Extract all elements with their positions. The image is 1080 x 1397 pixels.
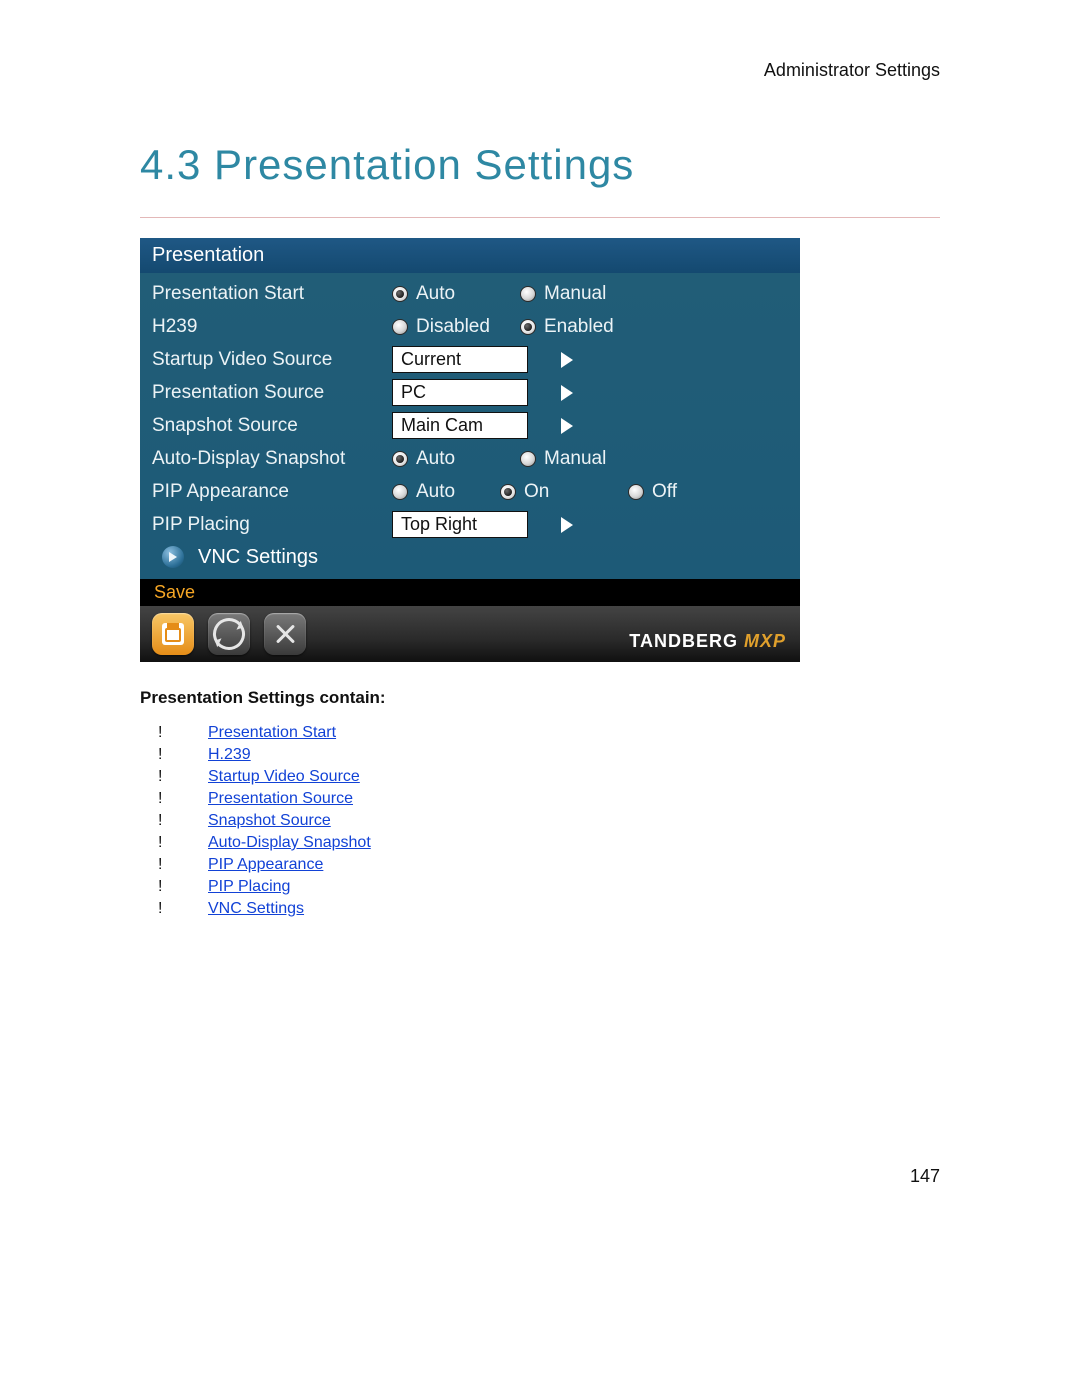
divider	[140, 217, 940, 218]
list-item: !Presentation Start	[140, 722, 940, 744]
label-auto-display-snapshot: Auto-Display Snapshot	[152, 448, 392, 470]
list-item: !Auto-Display Snapshot	[140, 832, 940, 854]
content-intro: Presentation Settings contain:	[140, 688, 940, 708]
content-links: !Presentation Start !H.239 !Startup Vide…	[140, 722, 940, 920]
list-item: !Startup Video Source	[140, 766, 940, 788]
radio-icon	[392, 286, 408, 302]
radio-label: Off	[652, 481, 677, 503]
label-presentation-start: Presentation Start	[152, 283, 392, 305]
radio-auto[interactable]: Auto	[392, 481, 482, 503]
radio-auto[interactable]: Auto	[392, 448, 502, 470]
link-presentation-start[interactable]: Presentation Start	[208, 722, 336, 744]
select-startup-video-source[interactable]: Current	[392, 346, 584, 373]
link-auto-display-snapshot[interactable]: Auto-Display Snapshot	[208, 832, 371, 854]
close-button[interactable]	[264, 613, 306, 655]
label-h239: H239	[152, 316, 392, 338]
close-icon	[274, 623, 296, 645]
radio-label: On	[524, 481, 549, 503]
list-item: !Presentation Source	[140, 788, 940, 810]
radio-off[interactable]: Off	[628, 481, 718, 503]
radio-icon	[520, 319, 536, 335]
label-pip-appearance: PIP Appearance	[152, 481, 392, 503]
list-item: !Snapshot Source	[140, 810, 940, 832]
radio-icon	[520, 451, 536, 467]
row-h239: H239 Disabled Enabled	[140, 310, 800, 343]
list-item: !VNC Settings	[140, 898, 940, 920]
label-snapshot-source: Snapshot Source	[152, 415, 392, 437]
row-pip-appearance: PIP Appearance Auto On Off	[140, 475, 800, 508]
chevron-right-icon[interactable]	[550, 511, 584, 538]
breadcrumb: Administrator Settings	[140, 60, 940, 81]
link-snapshot-source[interactable]: Snapshot Source	[208, 810, 331, 832]
select-value: PC	[392, 379, 528, 406]
chevron-right-icon[interactable]	[550, 346, 584, 373]
row-pip-placing: PIP Placing Top Right	[140, 508, 800, 541]
label-startup-video-source: Startup Video Source	[152, 349, 392, 371]
link-presentation-source[interactable]: Presentation Source	[208, 788, 353, 810]
save-button[interactable]	[152, 613, 194, 655]
chevron-right-icon[interactable]	[550, 379, 584, 406]
radio-label: Enabled	[544, 316, 614, 338]
radio-icon	[500, 484, 516, 500]
row-presentation-source: Presentation Source PC	[140, 376, 800, 409]
presentation-panel: Presentation Presentation Start Auto Man…	[140, 238, 800, 662]
radio-label: Disabled	[416, 316, 490, 338]
chevron-right-icon[interactable]	[550, 412, 584, 439]
row-startup-video-source: Startup Video Source Current	[140, 343, 800, 376]
radio-enabled[interactable]: Enabled	[520, 316, 630, 338]
select-pip-placing[interactable]: Top Right	[392, 511, 584, 538]
link-vnc-settings[interactable]: VNC Settings	[208, 898, 304, 920]
vnc-settings-button[interactable]: VNC Settings	[140, 541, 800, 579]
radio-label: Manual	[544, 283, 606, 305]
radio-label: Auto	[416, 481, 455, 503]
radio-on[interactable]: On	[500, 481, 610, 503]
radio-label: Auto	[416, 448, 455, 470]
list-item: !H.239	[140, 744, 940, 766]
radio-label: Auto	[416, 283, 455, 305]
radio-disabled[interactable]: Disabled	[392, 316, 502, 338]
refresh-button[interactable]	[208, 613, 250, 655]
page-heading: 4.3 Presentation Settings	[140, 141, 940, 189]
radio-icon	[392, 451, 408, 467]
radio-manual[interactable]: Manual	[520, 448, 630, 470]
floppy-icon	[162, 623, 184, 645]
row-presentation-start: Presentation Start Auto Manual	[140, 277, 800, 310]
select-value: Current	[392, 346, 528, 373]
play-icon	[162, 546, 184, 568]
list-item: !PIP Appearance	[140, 854, 940, 876]
radio-icon	[628, 484, 644, 500]
select-snapshot-source[interactable]: Main Cam	[392, 412, 584, 439]
row-snapshot-source: Snapshot Source Main Cam	[140, 409, 800, 442]
link-pip-appearance[interactable]: PIP Appearance	[208, 854, 323, 876]
radio-icon	[520, 286, 536, 302]
link-h239[interactable]: H.239	[208, 744, 251, 766]
link-pip-placing[interactable]: PIP Placing	[208, 876, 290, 898]
row-auto-display-snapshot: Auto-Display Snapshot Auto Manual	[140, 442, 800, 475]
save-label: Save	[140, 579, 800, 606]
select-value: Top Right	[392, 511, 528, 538]
list-item: !PIP Placing	[140, 876, 940, 898]
panel-body: Presentation Start Auto Manual H239 Disa…	[140, 273, 800, 579]
link-startup-video-source[interactable]: Startup Video Source	[208, 766, 360, 788]
page-number: 147	[910, 1166, 940, 1187]
label-presentation-source: Presentation Source	[152, 382, 392, 404]
brand-logo: TANDBERG MXP	[629, 631, 786, 652]
radio-auto[interactable]: Auto	[392, 283, 502, 305]
radio-icon	[392, 484, 408, 500]
icon-bar: TANDBERG MXP	[140, 606, 800, 662]
label-pip-placing: PIP Placing	[152, 514, 392, 536]
vnc-label: VNC Settings	[198, 546, 318, 569]
radio-label: Manual	[544, 448, 606, 470]
select-value: Main Cam	[392, 412, 528, 439]
radio-manual[interactable]: Manual	[520, 283, 630, 305]
select-presentation-source[interactable]: PC	[392, 379, 584, 406]
radio-icon	[392, 319, 408, 335]
refresh-icon	[208, 613, 251, 656]
panel-title: Presentation	[140, 238, 800, 273]
